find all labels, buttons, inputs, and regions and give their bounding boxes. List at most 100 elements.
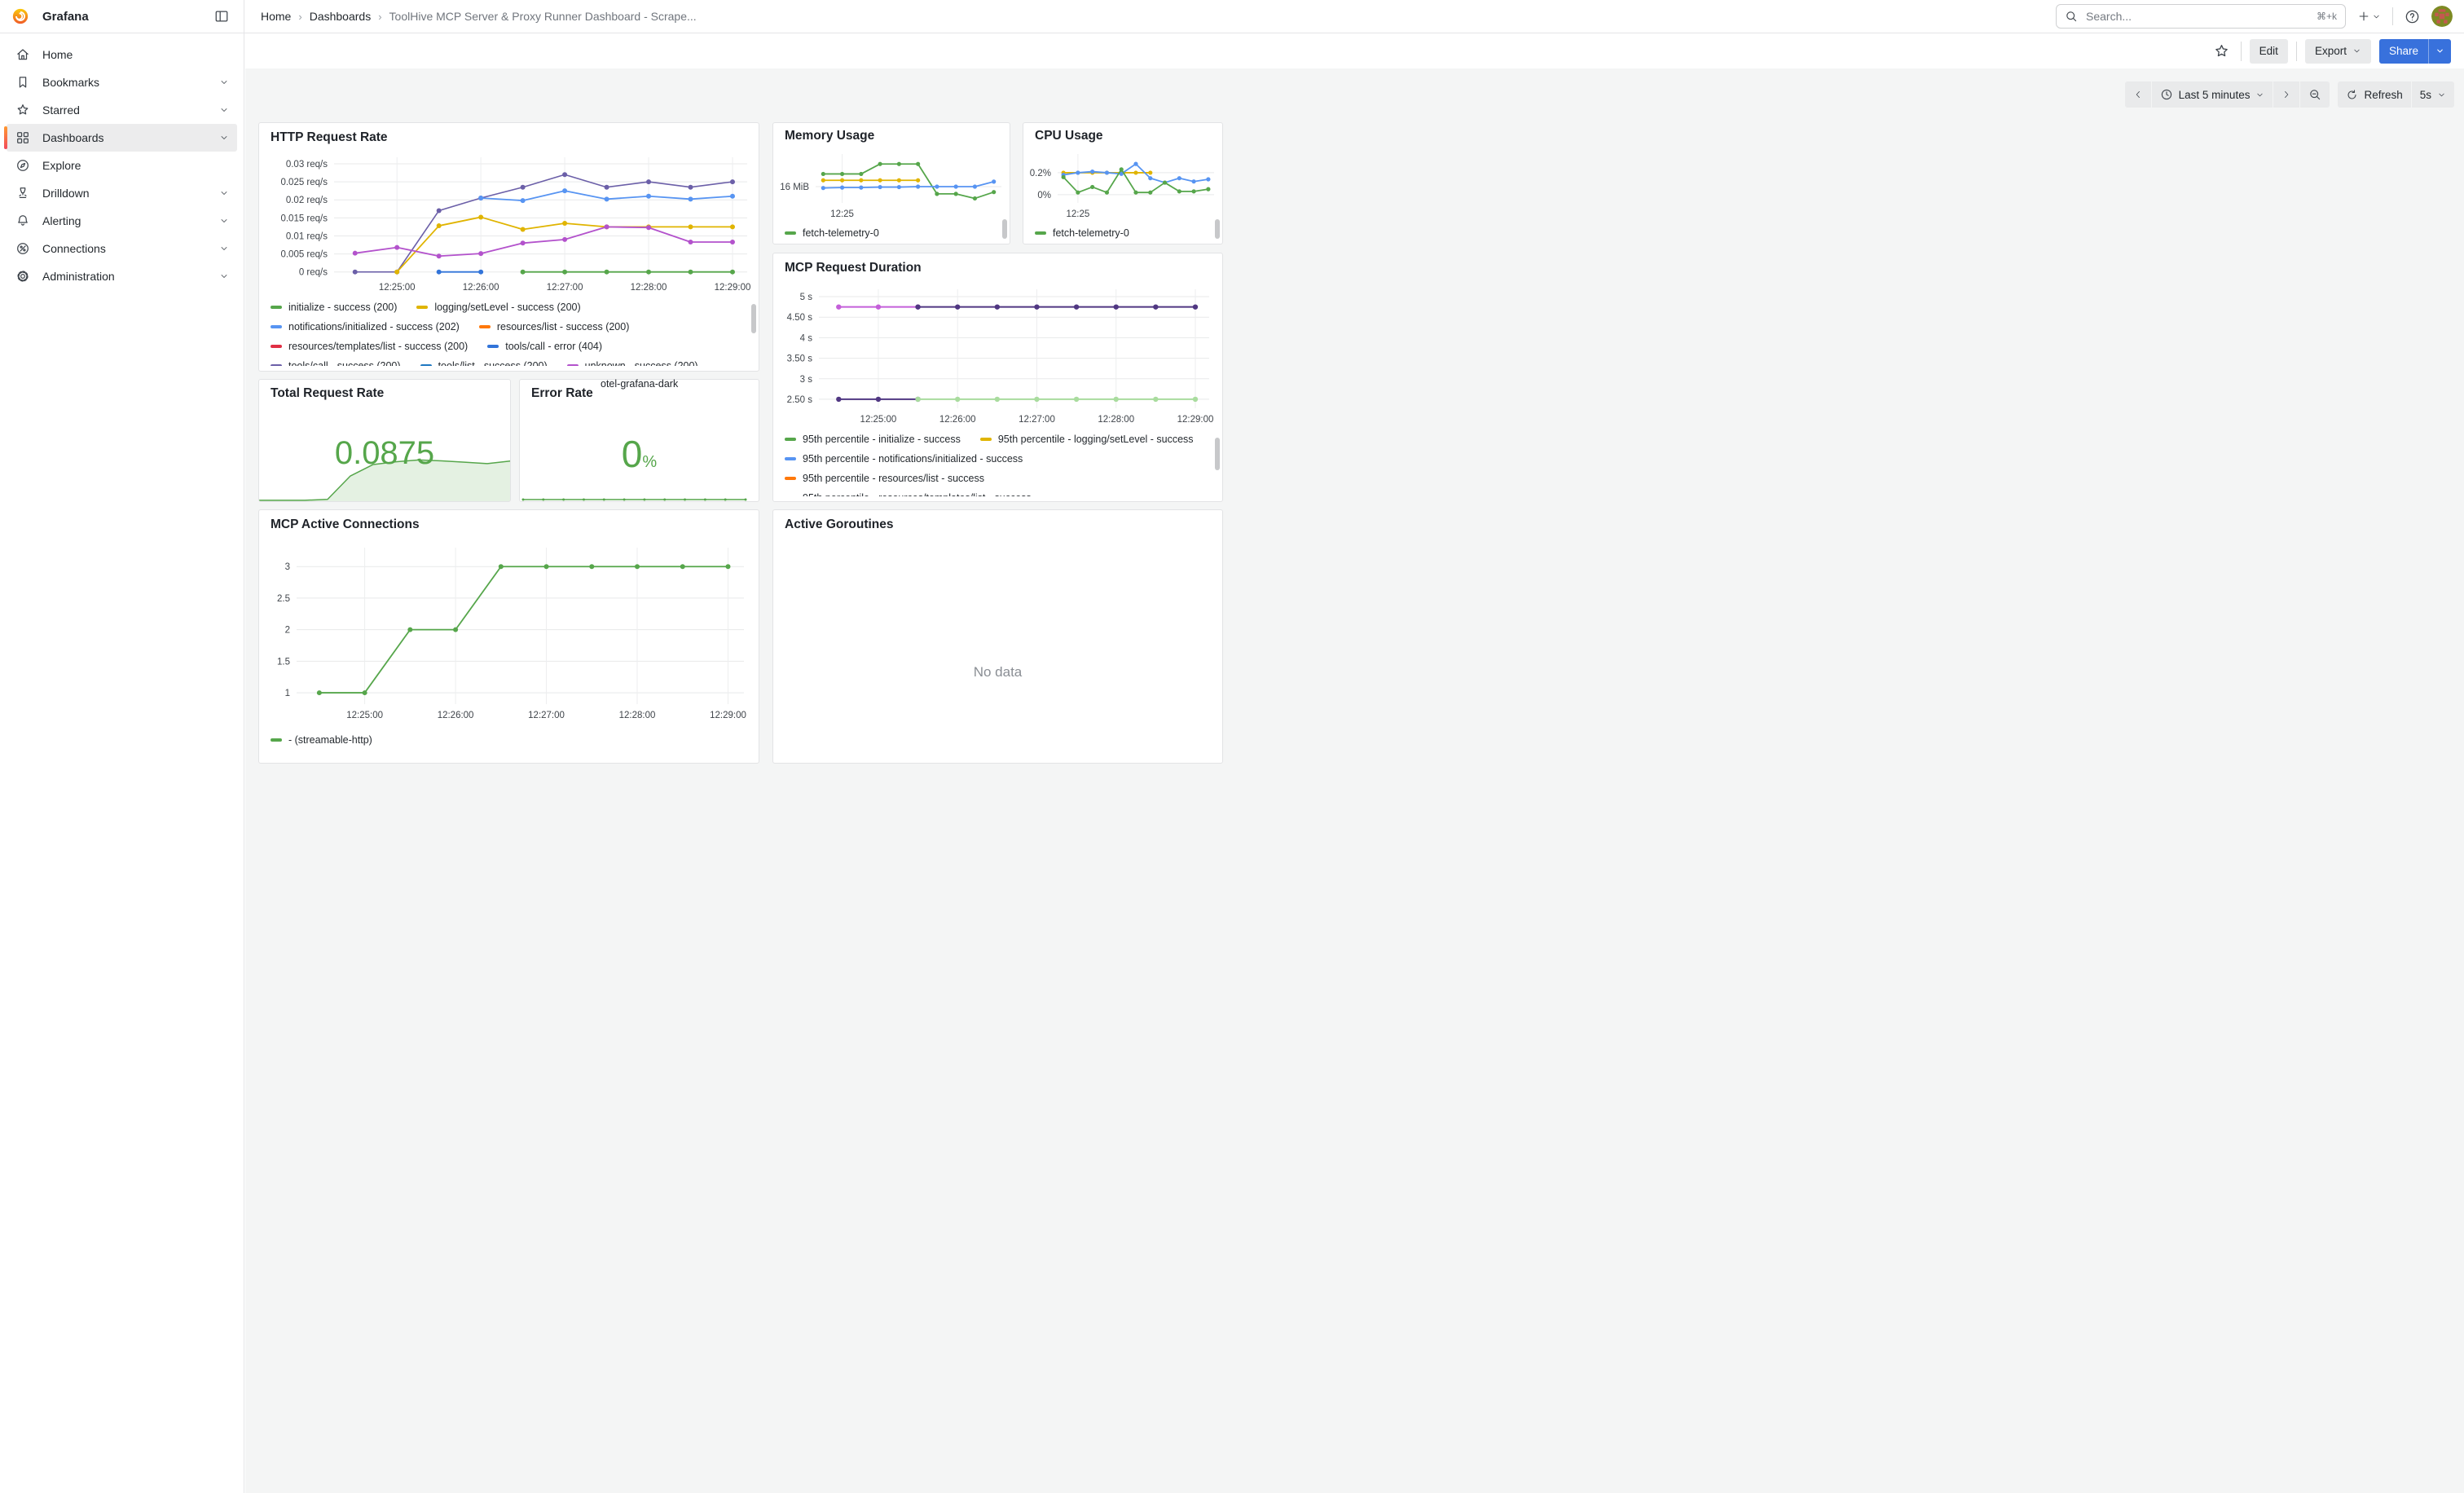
panel-title[interactable]: MCP Active Connections [259, 510, 759, 538]
panel-title[interactable]: HTTP Request Rate [259, 123, 759, 151]
add-new-button[interactable] [2354, 4, 2384, 29]
legend-item[interactable]: tools/list - success (200) [420, 360, 548, 366]
breadcrumb-item[interactable]: Dashboards [310, 10, 372, 23]
edit-label: Edit [2259, 45, 2278, 57]
legend-label: 95th percentile - notifications/initiali… [803, 453, 1023, 465]
sidebar-item-connections[interactable]: Connections [7, 235, 237, 262]
refresh-button[interactable]: Refresh [2338, 81, 2410, 108]
legend-label: notifications/initialized - success (202… [288, 321, 460, 333]
sidebar-item-dashboards[interactable]: Dashboards [7, 124, 237, 152]
legend-item[interactable]: resources/list - success (200) [479, 321, 630, 333]
chevron-down-icon[interactable] [219, 105, 229, 115]
legend-swatch [1035, 231, 1046, 235]
panel-title[interactable]: Total Request Rate [259, 380, 510, 406]
grafana-logo[interactable] [11, 7, 29, 25]
zoom-out-icon[interactable] [2300, 81, 2330, 108]
sidebar-item-alerting[interactable]: Alerting [7, 207, 237, 235]
svg-text:12:25: 12:25 [830, 209, 854, 219]
chevron-down-icon[interactable] [219, 271, 229, 281]
sidebar-item-explore[interactable]: Explore [7, 152, 237, 179]
legend-item[interactable]: tools/call - error (404) [487, 341, 602, 352]
legend-label: tools/call - error (404) [505, 341, 602, 352]
legend-item[interactable]: 95th percentile - notifications/initiali… [785, 453, 1023, 465]
chevron-down-icon[interactable] [219, 77, 229, 87]
legend-scrollbar[interactable] [751, 304, 756, 333]
sidebar-item-drilldown[interactable]: Drilldown [7, 179, 237, 207]
chevron-down-icon[interactable] [219, 188, 229, 198]
nav-brand-section: Grafana [0, 0, 244, 33]
memory-usage-chart[interactable]: 16 MiB12:25 [773, 148, 1010, 219]
cpu-usage-chart[interactable]: 0.2%0%12:25 [1023, 148, 1222, 219]
legend-row: 95th percentile - resources/list - succe… [785, 469, 1211, 488]
legend-label: 95th percentile - resources/templates/li… [803, 492, 1032, 496]
time-controls: Last 5 minutes Refresh 5s [2125, 81, 2454, 108]
sidebar-collapse-icon[interactable] [211, 4, 232, 29]
legend-item[interactable]: notifications/initialized - success (202… [271, 321, 460, 333]
legend-row: fetch-telemetry-0 [785, 223, 998, 243]
sidebar-item-administration[interactable]: Administration [7, 262, 237, 290]
chevron-down-icon[interactable] [219, 133, 229, 143]
legend-item[interactable]: fetch-telemetry-0 [785, 227, 879, 239]
help-icon[interactable] [2401, 4, 2423, 29]
legend-item[interactable]: 95th percentile - resources/templates/li… [785, 492, 1032, 496]
panel-mcp-active-connections: MCP Active Connections 11.522.5312:25:00… [258, 509, 759, 764]
time-range-picker[interactable]: Last 5 minutes [2152, 81, 2273, 108]
svg-text:12:25: 12:25 [1066, 209, 1089, 219]
panel-title[interactable]: Active Goroutines [773, 510, 1222, 538]
panel-title[interactable]: MCP Request Duration [773, 253, 1222, 281]
mcp-request-duration-chart[interactable]: 2.50 s3 s3.50 s4 s4.50 s5 s12:25:0012:26… [773, 281, 1222, 428]
refresh-interval-picker[interactable]: 5s [2412, 81, 2454, 108]
panel-error-rate: Error Rate 0 % [519, 379, 759, 502]
refresh-label: Refresh [2364, 89, 2402, 101]
chevron-down-icon[interactable] [219, 244, 229, 253]
breadcrumb-item[interactable]: ToolHive MCP Server & Proxy Runner Dashb… [389, 10, 697, 23]
panel-title[interactable]: CPU Usage [1023, 123, 1222, 148]
legend-scrollbar[interactable] [1215, 438, 1220, 470]
legend-scrollbar[interactable] [1002, 219, 1007, 239]
legend-item[interactable]: 95th percentile - initialize - success [785, 434, 961, 445]
legend-label: resources/list - success (200) [497, 321, 630, 333]
sidebar-item-home[interactable]: Home [7, 41, 237, 68]
sidebar-item-bookmarks[interactable]: Bookmarks [7, 68, 237, 96]
http-request-rate-chart[interactable]: 0 req/s0.005 req/s0.01 req/s0.015 req/s0… [259, 151, 759, 296]
time-shift-forward-button[interactable] [2273, 81, 2299, 108]
search-box[interactable]: ⌘+k [2056, 4, 2346, 29]
svg-text:0.2%: 0.2% [1030, 169, 1051, 178]
sidebar-item-label: Explore [42, 159, 81, 172]
export-button[interactable]: Export [2305, 39, 2371, 64]
legend-item[interactable]: tools/call - success (200) [271, 360, 401, 366]
favorite-star-icon[interactable] [2211, 39, 2233, 64]
panel-title[interactable]: Memory Usage [773, 123, 1010, 148]
time-shift-back-button[interactable] [2125, 81, 2151, 108]
legend-swatch [785, 457, 796, 460]
legend-item[interactable]: - (streamable-http) [271, 734, 372, 746]
legend-item[interactable]: 95th percentile - resources/list - succe… [785, 473, 984, 484]
gear-icon [15, 269, 31, 284]
legend-item[interactable]: logging/setLevel - success (200) [416, 302, 580, 313]
legend-item[interactable]: initialize - success (200) [271, 302, 397, 313]
svg-text:2.50 s: 2.50 s [787, 395, 813, 405]
legend-item[interactable]: unknown - success (200) [567, 360, 698, 366]
legend-item[interactable]: fetch-telemetry-0 [1035, 227, 1129, 239]
legend-item[interactable]: resources/templates/list - success (200) [271, 341, 468, 352]
legend-label: - (streamable-http) [288, 734, 372, 746]
header-divider [2296, 42, 2297, 61]
legend-swatch [785, 231, 796, 235]
breadcrumb-item[interactable]: Home [261, 10, 291, 23]
svg-text:12:28:00: 12:28:00 [619, 711, 656, 720]
svg-text:12:28:00: 12:28:00 [631, 283, 667, 293]
edit-button[interactable]: Edit [2250, 39, 2288, 64]
mcp-active-connections-chart[interactable]: 11.522.5312:25:0012:26:0012:27:0012:28:0… [259, 538, 759, 727]
sidebar-item-label: Starred [42, 103, 80, 117]
search-input[interactable] [2084, 9, 2310, 24]
stat-value-wrap: 0.0875 [259, 406, 510, 501]
user-avatar[interactable] [2431, 6, 2453, 27]
svg-text:3 s: 3 s [800, 375, 813, 385]
legend-item[interactable]: 95th percentile - logging/setLevel - suc… [980, 434, 1194, 445]
legend-scrollbar[interactable] [1215, 219, 1220, 239]
chevron-down-icon[interactable] [219, 216, 229, 226]
share-dropdown-button[interactable] [2428, 39, 2451, 64]
sidebar-item-starred[interactable]: Starred [7, 96, 237, 124]
share-button[interactable]: Share [2379, 39, 2428, 64]
home-icon [15, 47, 31, 62]
